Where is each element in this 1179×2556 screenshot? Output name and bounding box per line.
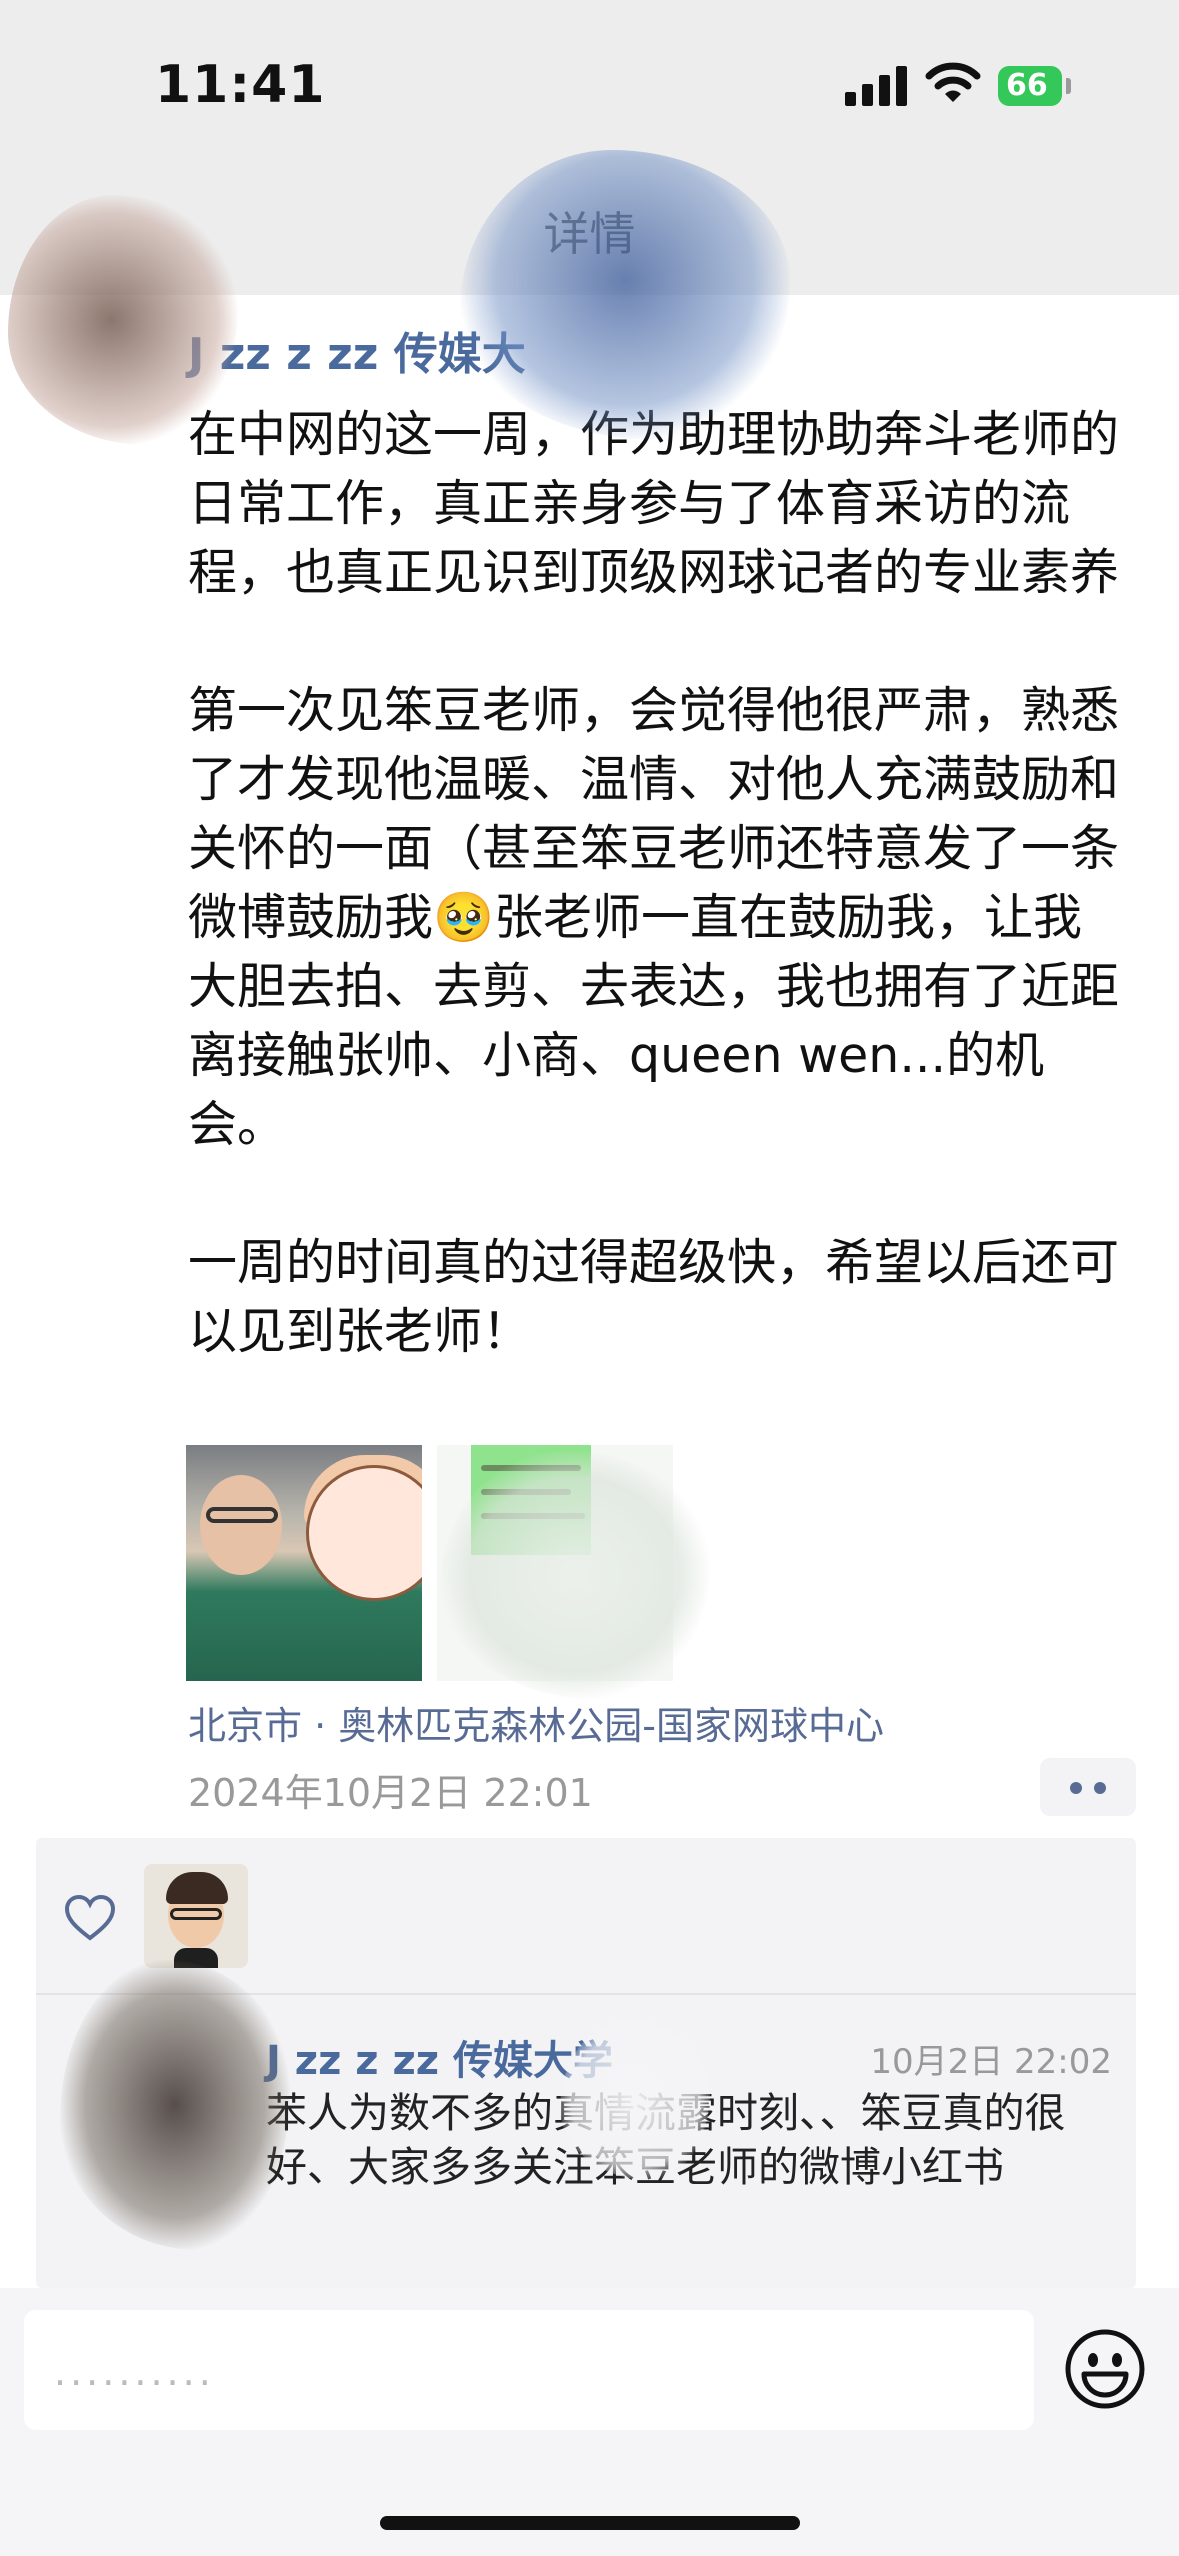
comment-time: 10月2日 22:02	[870, 2042, 1112, 2082]
redaction-scribble	[440, 1450, 710, 1700]
glasses	[206, 1507, 278, 1523]
redaction-scribble	[60, 1960, 290, 2250]
battery-tip	[1066, 78, 1071, 94]
signal-icon	[845, 66, 909, 106]
post-text: 在中网的这一周，作为助理协助奔斗老师的日常工作，真正亲身参与了体育采访的流程，也…	[188, 406, 1120, 1360]
smiley-icon[interactable]	[1064, 2328, 1146, 2410]
post-timestamp: 2024年10月2日 22:01	[188, 1771, 593, 1815]
dot-icon	[1094, 1782, 1106, 1794]
dot-icon	[1070, 1782, 1082, 1794]
battery-level: 66	[1006, 68, 1048, 103]
battery-icon: 66	[998, 66, 1062, 106]
redaction-scribble	[8, 195, 238, 445]
person-head	[200, 1475, 282, 1575]
comment-input-placeholder: ..........	[54, 2350, 215, 2394]
redaction-scribble	[460, 150, 790, 440]
status-bar: 11:41 66	[0, 0, 1179, 150]
heart-outline-icon	[64, 1894, 116, 1941]
redaction-scribble	[560, 2020, 710, 2180]
avatar-glasses	[170, 1908, 222, 1920]
post-photo-1[interactable]	[186, 1445, 422, 1681]
status-time: 11:41	[155, 55, 326, 115]
post-location[interactable]: 北京市 · 奥林匹克森林公园-国家网球中心	[188, 1695, 884, 1750]
more-actions-button[interactable]	[1040, 1758, 1136, 1816]
comment-author[interactable]: J zz z zz 传媒大学	[266, 2028, 613, 2086]
avatar-hair	[166, 1872, 228, 1904]
wifi-icon	[925, 62, 981, 102]
liker-avatar[interactable]	[144, 1864, 248, 1968]
home-indicator	[380, 2516, 800, 2530]
comment-composer-bar: ..........	[0, 2288, 1179, 2556]
comment-input[interactable]: ..........	[24, 2310, 1034, 2430]
